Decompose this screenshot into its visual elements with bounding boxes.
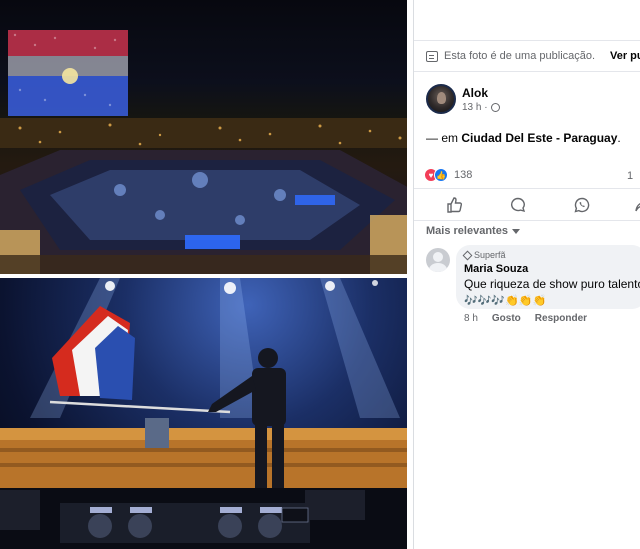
notice-text: Esta foto é de uma publicação. bbox=[444, 50, 596, 62]
caption-suffix: . bbox=[617, 131, 621, 145]
post-author: Alok 13 h · bbox=[426, 84, 500, 114]
author-name[interactable]: Alok bbox=[462, 86, 500, 100]
commenter-name[interactable]: Maria Souza bbox=[464, 263, 638, 275]
comment-like-button[interactable]: Gosto bbox=[492, 313, 521, 324]
post-photo[interactable] bbox=[0, 0, 413, 549]
chevron-down-icon bbox=[511, 228, 520, 234]
reactions-summary[interactable]: ♥ 👍 138 bbox=[424, 168, 472, 182]
location-link[interactable]: Ciudad Del Este - Paraguay bbox=[461, 131, 617, 145]
post-time[interactable]: 13 h · bbox=[462, 102, 488, 113]
post-notice: Esta foto é de uma publicação. Ver pul bbox=[414, 40, 640, 72]
sort-label: Mais relevantes bbox=[426, 225, 508, 237]
comment-text: Que riqueza de show puro talento bbox=[464, 277, 640, 291]
comment-emoji: 🎶🎶🎶👏👏👏 bbox=[464, 295, 547, 307]
like-button-icon[interactable] bbox=[446, 197, 462, 213]
post-actions bbox=[414, 188, 640, 221]
stadium-aerial-photo bbox=[0, 0, 413, 274]
comment-sort-dropdown[interactable]: Mais relevantes bbox=[426, 225, 520, 237]
view-post-link[interactable]: Ver pul bbox=[610, 50, 640, 62]
post-icon bbox=[426, 50, 438, 62]
post-panel: Esta foto é de uma publicação. Ver pul A… bbox=[413, 0, 640, 549]
post-caption: — em Ciudad Del Este - Paraguay. bbox=[426, 131, 621, 145]
stage-photo bbox=[0, 278, 413, 549]
author-avatar[interactable] bbox=[426, 84, 456, 114]
comment-button-icon[interactable] bbox=[510, 197, 526, 213]
comment-time[interactable]: 8 h bbox=[464, 313, 478, 324]
globe-icon bbox=[490, 102, 500, 112]
like-reaction-icon: 👍 bbox=[434, 168, 448, 182]
diamond-icon bbox=[462, 250, 473, 260]
comment-count[interactable]: 1 bbox=[627, 170, 633, 182]
commenter-avatar[interactable] bbox=[426, 248, 450, 272]
drone-flag bbox=[8, 30, 128, 116]
post-meta: 13 h · bbox=[462, 102, 500, 113]
comment-meta: 8 h Gosto Responder bbox=[464, 313, 587, 324]
comment-reply-button[interactable]: Responder bbox=[535, 313, 587, 324]
whatsapp-share-icon[interactable] bbox=[574, 197, 590, 213]
share-button-icon[interactable] bbox=[635, 197, 640, 213]
comment-bubble: Superfã Maria Souza Que riqueza de show … bbox=[456, 245, 640, 309]
reaction-count: 138 bbox=[454, 169, 473, 181]
paraguay-flag bbox=[49, 306, 231, 414]
badge-label: Superfã bbox=[474, 250, 506, 260]
caption-prefix: — em bbox=[426, 131, 462, 145]
superfan-badge: Superfã bbox=[462, 250, 638, 260]
